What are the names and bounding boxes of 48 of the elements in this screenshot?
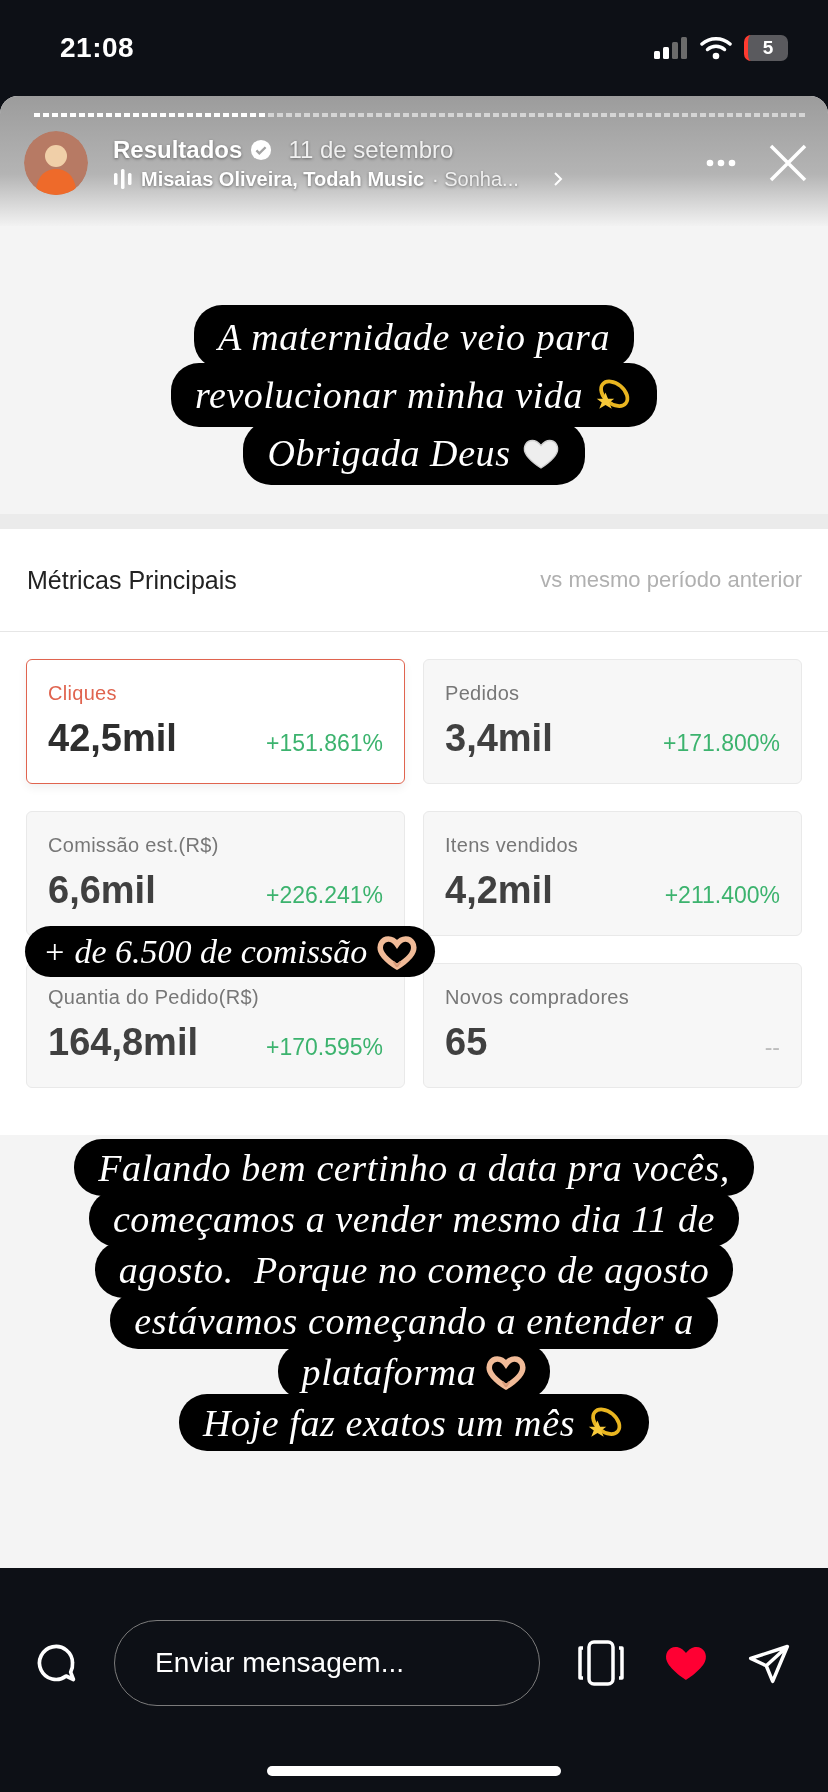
account-name: Resultados bbox=[113, 135, 243, 164]
music-title: · Sonha... bbox=[432, 167, 519, 191]
metric-value: 3,4mil bbox=[445, 717, 553, 760]
metric-value: 164,8mil bbox=[48, 1021, 198, 1064]
metric-label: Itens vendidos bbox=[445, 834, 580, 857]
metric-card[interactable]: Itens vendidos 4,2mil +211.400% bbox=[423, 811, 802, 936]
metric-label: Comissão est.(R$) bbox=[48, 834, 220, 857]
metric-change: +170.595% bbox=[265, 1034, 383, 1061]
metric-change: +171.800% bbox=[662, 730, 780, 757]
caption-text: revolucionar minha vida bbox=[194, 373, 584, 417]
signal-icon bbox=[654, 37, 688, 59]
metric-label: Quantia do Pedido(R$) bbox=[48, 986, 260, 1009]
section-title: Métricas Principais bbox=[27, 565, 237, 595]
metric-value: 4,2mil bbox=[445, 869, 553, 912]
metric-label: Cliques bbox=[48, 682, 118, 705]
comparison-label: vs mesmo período anterior bbox=[540, 567, 802, 593]
metric-value: 6,6mil bbox=[48, 869, 156, 912]
caption-text: Falando bem certinho a data pra vocês, bbox=[98, 1145, 730, 1190]
metric-label: Novos compradores bbox=[445, 986, 631, 1009]
caption-text: Obrigada Deus bbox=[267, 431, 511, 475]
metric-change: +211.400% bbox=[664, 882, 780, 909]
clock-time: 21:08 bbox=[60, 32, 136, 64]
metric-value: 42,5mil bbox=[48, 717, 177, 760]
metric-card[interactable]: Cliques 42,5mil +151.861% bbox=[26, 659, 405, 784]
audio-bars-icon bbox=[113, 169, 133, 189]
metric-card[interactable]: Pedidos 3,4mil +171.800% bbox=[423, 659, 802, 784]
metric-change: +151.861% bbox=[265, 730, 383, 757]
caption-text: começamos a vender mesmo dia 11 de bbox=[112, 1196, 716, 1241]
avatar bbox=[24, 131, 88, 195]
caption-text: A maternidade veio para bbox=[218, 315, 610, 359]
post-date: 11 de setembro bbox=[288, 135, 454, 164]
phone-rotate-icon[interactable] bbox=[576, 1640, 626, 1686]
metric-label: Pedidos bbox=[445, 682, 521, 705]
heart-hands-icon bbox=[486, 1353, 527, 1390]
caption-text: agosto. Porque no começo de agosto bbox=[118, 1247, 710, 1292]
heart-hands-icon bbox=[377, 933, 418, 970]
metric-change: +226.241% bbox=[265, 882, 383, 909]
music-artist: Misaias Oliveira, Todah Music bbox=[141, 167, 425, 191]
caption-text: Hoje faz exatos um mês bbox=[203, 1400, 575, 1445]
wifi-icon bbox=[700, 36, 732, 60]
metric-change: -- bbox=[764, 1034, 780, 1061]
metric-card[interactable]: Comissão est.(R$) 6,6mil +226.241% bbox=[26, 811, 405, 936]
metric-value: 65 bbox=[445, 1021, 488, 1064]
message-field[interactable]: Enviar mensagem... bbox=[114, 1620, 540, 1706]
battery-percentage: 5 bbox=[762, 37, 774, 59]
caption-text: estávamos começando a entender a bbox=[134, 1298, 694, 1343]
metric-card[interactable]: Novos compradores 65 -- bbox=[423, 963, 802, 1088]
caption-text: plataforma bbox=[301, 1349, 477, 1394]
